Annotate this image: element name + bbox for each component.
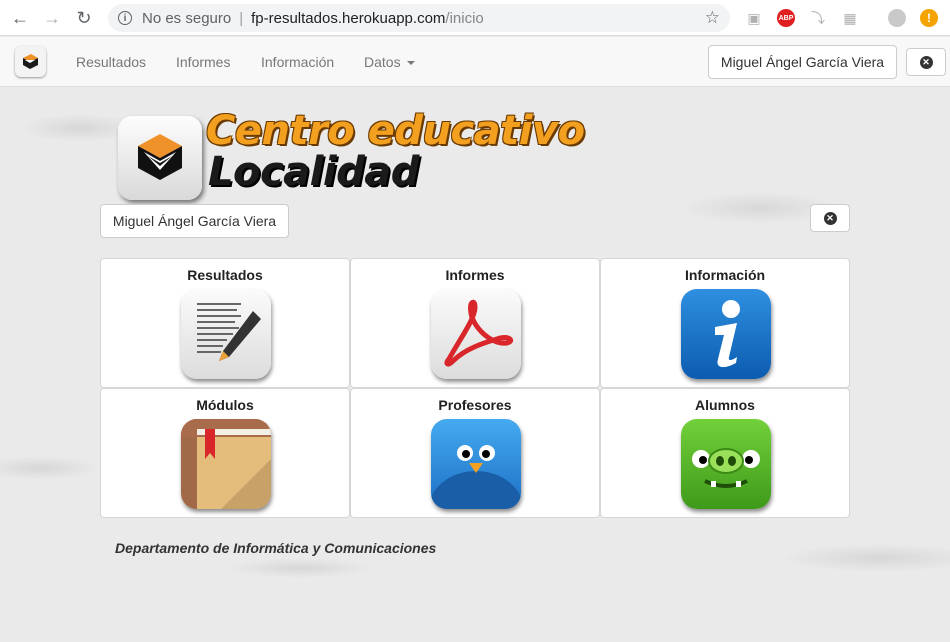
site-navbar: Resultados Informes Información Datos Mi…: [0, 37, 950, 87]
logout-button-secondary[interactable]: ✕: [810, 204, 850, 232]
puzzle-extension-icon[interactable]: ⤵: [809, 9, 827, 27]
pdf-icon[interactable]: [431, 289, 521, 379]
caret-down-icon: [406, 61, 415, 66]
logo-title-line1: Centro educativo: [206, 108, 585, 154]
info-icon[interactable]: i: [118, 11, 132, 25]
tile-informacion[interactable]: Información: [600, 258, 850, 388]
tile-label: Módulos: [196, 397, 254, 413]
reload-icon[interactable]: ↻: [68, 2, 100, 34]
nav-informes[interactable]: Informes: [176, 54, 230, 70]
nav-informacion[interactable]: Información: [261, 54, 334, 70]
update-warning-icon[interactable]: !: [920, 9, 938, 27]
blue-bird-icon[interactable]: [431, 419, 521, 509]
tile-resultados[interactable]: Resultados: [100, 258, 350, 388]
nav-resultados[interactable]: Resultados: [76, 54, 146, 70]
nav-datos-label: Datos: [364, 54, 401, 70]
warning-mark: !: [927, 11, 931, 25]
adblock-plus-icon[interactable]: ABP: [777, 9, 795, 27]
url-path: /inicio: [445, 9, 484, 27]
url-host: fp-resultados.herokuapp.com: [251, 9, 446, 27]
user-button[interactable]: Miguel Ángel García Viera: [708, 45, 897, 79]
user-name-button[interactable]: Miguel Ángel García Viera: [100, 204, 289, 238]
notepad-pencil-icon[interactable]: [181, 289, 271, 379]
tile-label: Profesores: [438, 397, 512, 413]
tile-modulos[interactable]: Módulos: [100, 388, 350, 518]
separator: |: [239, 9, 244, 27]
bookmark-star-icon[interactable]: ☆: [705, 8, 720, 28]
center-logo-icon: [118, 116, 202, 200]
department-footer: Departamento de Informática y Comunicaci…: [115, 540, 437, 556]
adblock-label: ABP: [778, 14, 794, 22]
security-label: No es seguro: [142, 9, 232, 27]
lock-extension-icon[interactable]: ▣: [745, 9, 763, 27]
address-bar[interactable]: i No es seguro | fp-resultados.herokuapp…: [108, 4, 730, 32]
grid-extension-icon[interactable]: ▦: [841, 9, 859, 27]
close-circle-icon: ✕: [919, 55, 933, 69]
tile-label: Alumnos: [695, 397, 755, 413]
tile-profesores[interactable]: Profesores: [350, 388, 600, 518]
tile-alumnos[interactable]: Alumnos: [600, 388, 850, 518]
tile-label: Informes: [445, 267, 505, 283]
tile-label: Información: [684, 267, 766, 283]
tile-label: Resultados: [187, 267, 263, 283]
book-icon[interactable]: [181, 419, 271, 509]
nav-datos-dropdown[interactable]: Datos: [364, 54, 415, 70]
profile-avatar[interactable]: [888, 9, 906, 27]
brand-logo-icon[interactable]: [15, 46, 46, 77]
forward-icon[interactable]: →: [36, 2, 68, 34]
info-icon[interactable]: [681, 289, 771, 379]
green-pig-icon[interactable]: [681, 419, 771, 509]
browser-toolbar: ← → ↻ i No es seguro | fp-resultados.her…: [0, 0, 950, 36]
logo-title-line2: Localidad: [208, 149, 419, 195]
tile-informes[interactable]: Informes: [350, 258, 600, 388]
logout-button[interactable]: ✕: [906, 48, 946, 76]
back-icon[interactable]: ←: [4, 2, 36, 34]
close-circle-icon: ✕: [823, 211, 837, 225]
